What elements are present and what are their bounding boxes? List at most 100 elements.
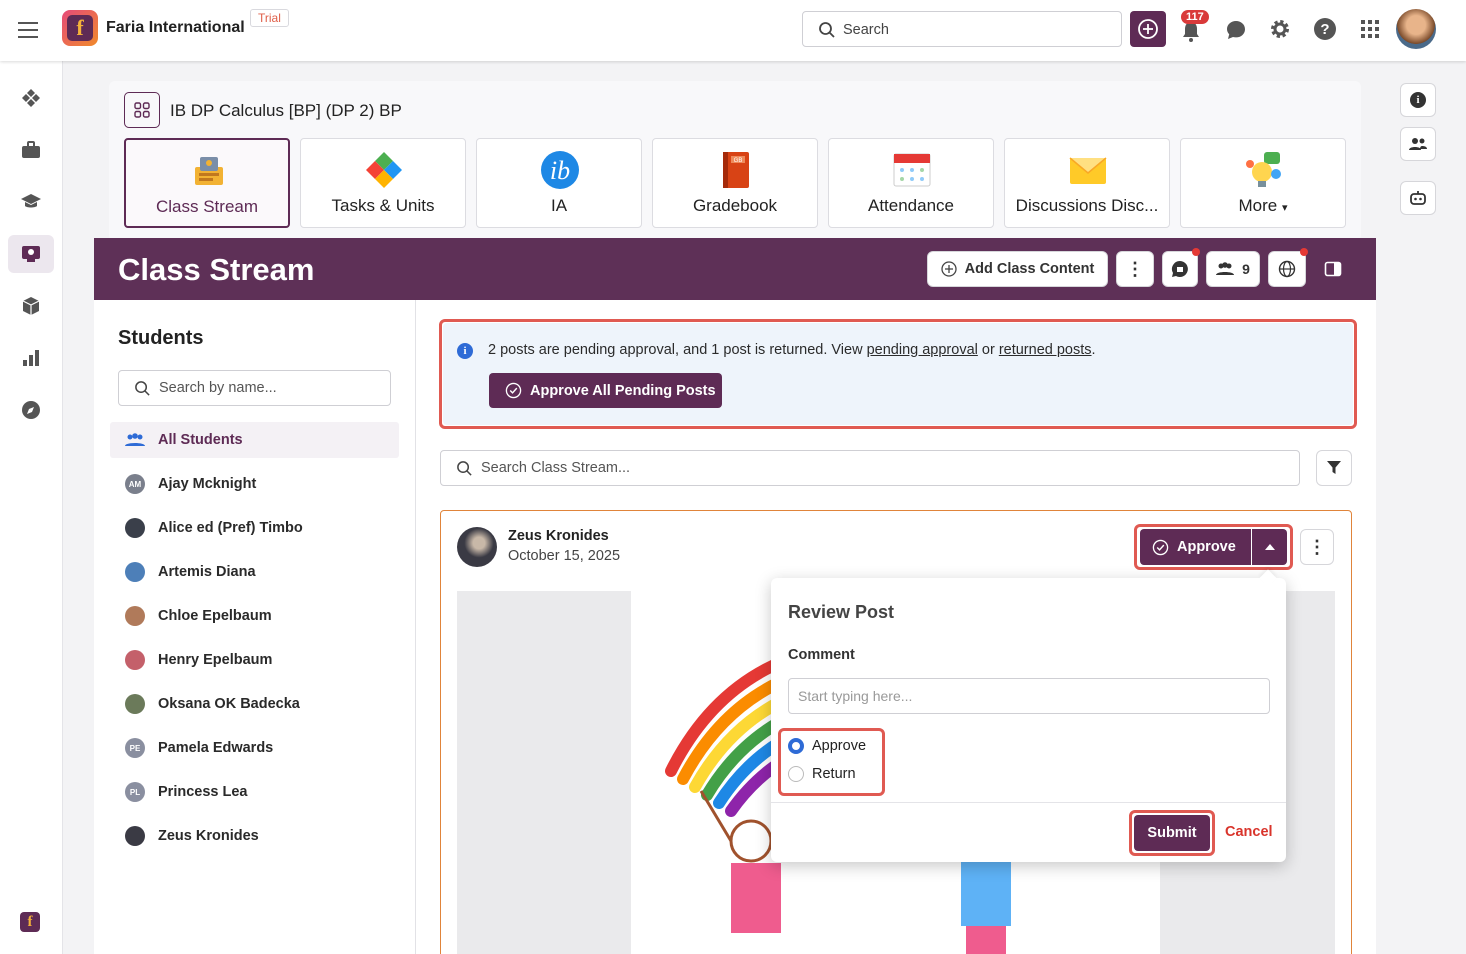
notification-count-badge: 117 (1181, 10, 1209, 24)
approve-highlight (1134, 524, 1293, 570)
stream-search-input[interactable]: Search Class Stream... (440, 450, 1300, 486)
tile-class-stream[interactable]: Class Stream (124, 138, 290, 228)
comment-label: Comment (788, 647, 855, 663)
tile-label: Tasks & Units (331, 196, 435, 215)
student-list-item[interactable]: Henry Epelbaum (110, 642, 399, 678)
plus-circle-icon (940, 261, 957, 277)
post-more-button[interactable]: ⋮ (1300, 529, 1334, 565)
cube-icon[interactable] (16, 291, 46, 321)
student-avatar: PE (125, 738, 145, 758)
tile-more[interactable]: More ▾ (1180, 138, 1346, 228)
members-button[interactable] (1400, 127, 1436, 161)
student-list-item[interactable]: PL Princess Lea (110, 774, 399, 810)
tile-label: Class Stream (155, 197, 259, 216)
page-title: Class Stream (118, 252, 315, 287)
faria-small-logo[interactable]: f (20, 912, 40, 932)
tile-label: Discussions Disc... (1015, 196, 1159, 215)
search-icon (135, 381, 150, 396)
class-stream-icon (195, 157, 223, 185)
approve-all-button[interactable]: Approve All Pending Posts (489, 373, 722, 408)
ib-icon: ib (541, 151, 579, 189)
tile-gradebook[interactable]: GB Gradebook (652, 138, 818, 228)
course-title: IB DP Calculus [BP] (DP 2) BP (170, 101, 402, 120)
globe-icon (1278, 260, 1296, 278)
svg-text:ib: ib (550, 156, 570, 185)
student-name: Oksana OK Badecka (158, 696, 300, 712)
org-name[interactable]: Faria International (106, 19, 245, 37)
course-grid-button[interactable] (124, 92, 160, 128)
bar-chart-icon[interactable] (16, 343, 46, 373)
chat-icon[interactable] (1225, 19, 1247, 41)
users-icon (1216, 262, 1235, 275)
assistant-button[interactable] (1400, 181, 1436, 215)
tile-attendance[interactable]: Attendance (828, 138, 994, 228)
student-list-item[interactable]: Oksana OK Badecka (110, 686, 399, 722)
comment-input[interactable]: Start typing here... (788, 678, 1270, 714)
add-class-content-button[interactable]: Add Class Content (927, 251, 1108, 287)
search-icon (457, 461, 472, 476)
review-post-title: Review Post (788, 602, 895, 622)
post-author-avatar[interactable] (457, 527, 497, 567)
returned-posts-link[interactable]: returned posts (999, 342, 1092, 358)
tile-ia[interactable]: ib IA (476, 138, 642, 228)
user-avatar[interactable] (1396, 9, 1436, 49)
global-search-placeholder: Search (843, 22, 889, 38)
student-list-item[interactable]: Chloe Epelbaum (110, 598, 399, 634)
create-button[interactable] (1130, 11, 1166, 47)
pending-approval-link[interactable]: pending approval (867, 342, 978, 358)
search-icon (819, 22, 835, 38)
info-button[interactable]: i (1400, 83, 1436, 117)
student-search-input[interactable]: Search by name... (118, 370, 391, 406)
student-list-item[interactable]: Alice ed (Pref) Timbo (110, 510, 399, 546)
info-icon: i (457, 343, 473, 359)
student-avatar: AM (125, 474, 145, 494)
students-divider (415, 300, 416, 954)
student-name: Alice ed (Pref) Timbo (158, 520, 303, 536)
notice-text: 2 posts are pending approval, and 1 post… (488, 342, 1096, 358)
briefcase-icon[interactable] (16, 135, 46, 165)
hamburger-icon[interactable] (18, 20, 38, 38)
compass-icon[interactable] (16, 395, 46, 425)
visibility-alert-dot (1300, 248, 1308, 256)
vertical-dots-icon: ⋮ (1126, 259, 1144, 279)
graduation-cap-icon[interactable] (16, 187, 46, 217)
tile-discussions[interactable]: Discussions Disc... (1004, 138, 1170, 228)
student-list-item[interactable]: AM Ajay Mcknight (110, 466, 399, 502)
apps-grid-icon[interactable] (1361, 20, 1379, 38)
global-search[interactable]: Search (802, 11, 1122, 47)
filter-icon (1327, 461, 1341, 474)
plus-circle-icon (1138, 19, 1158, 39)
student-list-item[interactable]: Artemis Diana (110, 554, 399, 590)
gear-icon[interactable] (1269, 18, 1291, 40)
student-search-placeholder: Search by name... (159, 380, 277, 396)
student-avatar (125, 518, 145, 538)
filter-button[interactable] (1316, 450, 1352, 486)
student-list-item[interactable]: PE Pamela Edwards (110, 730, 399, 766)
sidebar-toggle-icon[interactable] (1324, 260, 1342, 278)
more-options-button[interactable]: ⋮ (1116, 251, 1154, 287)
students-heading: Students (118, 327, 204, 349)
chat-button[interactable] (1162, 251, 1198, 287)
all-students-item[interactable]: All Students (110, 422, 399, 458)
members-count-button[interactable]: 9 (1206, 251, 1260, 287)
student-list-item[interactable]: Zeus Kronides (110, 818, 399, 854)
tile-tasks-units[interactable]: Tasks & Units (300, 138, 466, 228)
post-author-name[interactable]: Zeus Kronides (508, 528, 609, 544)
trial-badge: Trial (250, 9, 289, 27)
attendance-icon (893, 153, 931, 187)
student-name: Zeus Kronides (158, 828, 259, 844)
visibility-button[interactable] (1268, 251, 1306, 287)
cancel-button[interactable]: Cancel (1225, 824, 1273, 840)
tile-label: Gradebook (692, 196, 778, 215)
envelope-icon (1069, 157, 1107, 184)
classes-nav-active[interactable] (8, 235, 54, 273)
tile-label: More ▾ (1238, 196, 1288, 215)
stream-search-placeholder: Search Class Stream... (481, 460, 631, 476)
right-rail: i (1384, 61, 1466, 954)
help-icon[interactable]: ? (1314, 18, 1336, 40)
dashboard-icon[interactable] (16, 83, 46, 113)
left-nav: f (0, 61, 63, 954)
post-date: October 15, 2025 (508, 548, 621, 564)
student-avatar (125, 694, 145, 714)
faria-logo[interactable]: f (62, 10, 98, 46)
